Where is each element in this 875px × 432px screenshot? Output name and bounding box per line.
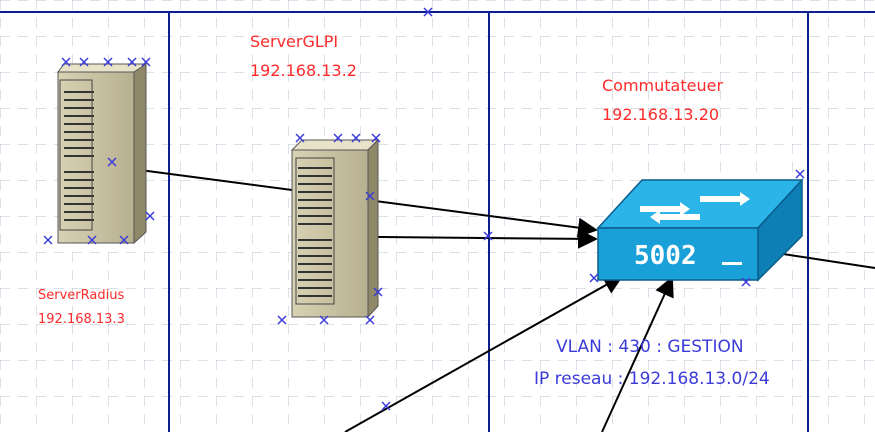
server-radius-icon[interactable] bbox=[57, 63, 147, 245]
server-radius-ip: 192.168.13.3 bbox=[38, 312, 125, 327]
network-label: IP reseau : 192.168.13.0/24 bbox=[534, 369, 770, 389]
switch-ip: 192.168.13.20 bbox=[602, 105, 720, 124]
server-glpi-icon[interactable] bbox=[290, 138, 380, 319]
server-glpi-ip: 192.168.13.2 bbox=[250, 61, 357, 80]
diagram-canvas: 5002 ServerGLPI 192.168.13.2 Commutateue… bbox=[0, 0, 875, 432]
vlan-label: VLAN : 430 : GESTION bbox=[556, 337, 744, 357]
switch-model-label: 5002 bbox=[634, 241, 697, 271]
switch-name: Commutateuer bbox=[602, 76, 724, 95]
server-glpi-name: ServerGLPI bbox=[250, 32, 339, 51]
server-radius-name: ServerRadius bbox=[38, 288, 125, 303]
switch-icon[interactable] bbox=[596, 178, 804, 282]
